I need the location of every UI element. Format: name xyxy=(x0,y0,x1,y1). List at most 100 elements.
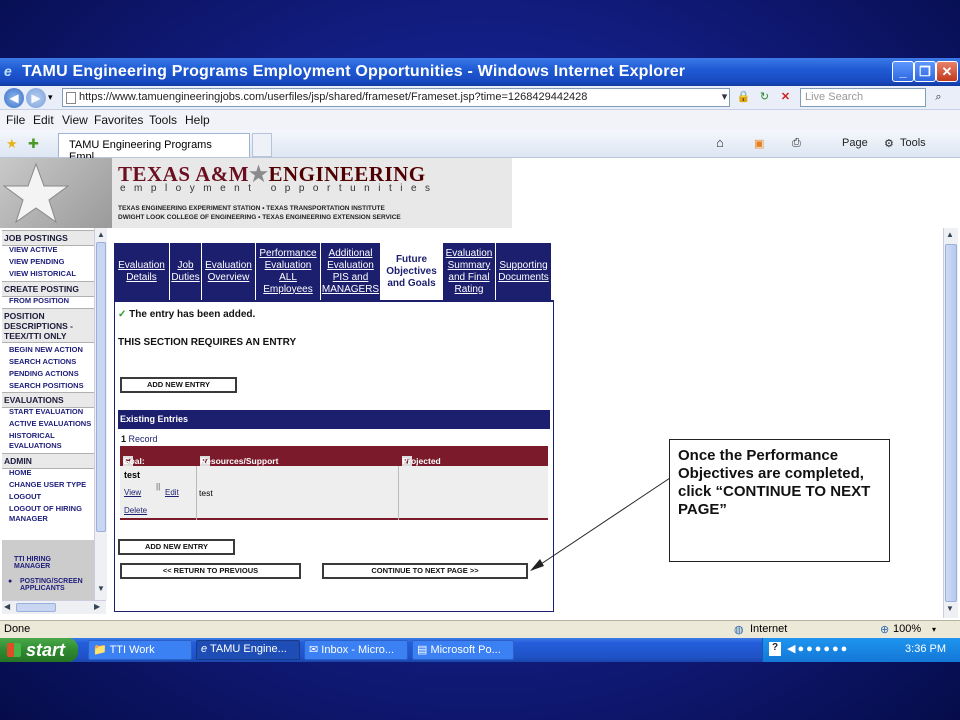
taskbar-item-tti-work[interactable]: 📁 TTI Work xyxy=(88,640,192,660)
menu-tools[interactable]: Tools xyxy=(149,113,177,127)
scroll-left-icon[interactable]: ◀ xyxy=(4,602,10,611)
sidebar-heading-admin: ADMIN xyxy=(2,453,94,469)
taskbar-item-inbox[interactable]: ✉ Inbox - Micro... xyxy=(304,640,408,660)
scroll-up-icon[interactable]: ▲ xyxy=(946,230,954,239)
sidebar-item-pending-actions[interactable]: PENDING ACTIONS xyxy=(9,369,79,379)
sidebar-item-logout[interactable]: LOGOUT xyxy=(9,492,41,502)
tools-menu[interactable]: Tools xyxy=(900,137,926,149)
check-icon: ✓ xyxy=(118,309,127,320)
sidebar-heading-job-postings: JOB POSTINGS xyxy=(2,230,94,246)
page-scroll-thumb[interactable] xyxy=(945,244,957,602)
instruction-callout: Once the Performance Objectives are comp… xyxy=(669,439,890,562)
security-zone: Internet xyxy=(750,623,788,635)
banner-agencies: TEXAS ENGINEERING EXPERIMENT STATION • T… xyxy=(118,204,401,222)
globe-icon: ◍ xyxy=(734,624,744,636)
tab-future-objectives[interactable]: Future Objectives and Goals xyxy=(381,243,443,300)
print-icon[interactable]: ⎙ xyxy=(792,137,801,150)
add-new-entry-button-bottom[interactable]: ADD NEW ENTRY xyxy=(118,539,235,555)
address-dropdown-icon[interactable]: ▾ xyxy=(716,89,733,106)
menu-favorites[interactable]: Favorites xyxy=(94,113,143,127)
scroll-down-icon[interactable]: ▼ xyxy=(96,584,106,596)
forward-icon[interactable]: ▶ xyxy=(26,88,46,108)
menu-file[interactable]: File xyxy=(6,113,25,127)
zoom-level[interactable]: 100% xyxy=(893,623,921,635)
search-input[interactable]: Live Search xyxy=(800,88,926,107)
sidebar-item-view-pending[interactable]: VIEW PENDING xyxy=(9,257,64,267)
sidebar-item-view-historical[interactable]: VIEW HISTORICAL xyxy=(9,269,76,279)
maximize-button[interactable]: ❐ xyxy=(914,61,936,82)
window-titlebar[interactable]: e TAMU Engineering Programs Employment O… xyxy=(0,58,960,86)
sidebar-hscroll-thumb[interactable] xyxy=(16,603,56,612)
sidebar-item-active-evaluations[interactable]: ACTIVE EVALUATIONS xyxy=(9,419,94,429)
lock-icon[interactable]: 🔒 xyxy=(735,89,752,106)
menu-bar: File Edit View Favorites Tools Help xyxy=(0,110,960,130)
delete-link[interactable]: Delete xyxy=(124,506,147,515)
menu-edit[interactable]: Edit xyxy=(33,113,54,127)
scroll-down-icon[interactable]: ▼ xyxy=(946,604,954,613)
taskbar-item-powerpoint[interactable]: ▤ Microsoft Po... xyxy=(412,640,514,660)
tab-evaluation-overview[interactable]: Evaluation Overview xyxy=(202,243,256,300)
browser-tab[interactable]: TAMU Engineering Programs Empl... xyxy=(58,133,250,163)
tab-additional-evaluation[interactable]: Additional Evaluation PIS and MANAGERS xyxy=(321,243,381,300)
return-to-previous-button[interactable]: << RETURN TO PREVIOUS xyxy=(120,563,301,579)
minimize-button[interactable]: _ xyxy=(892,61,914,82)
back-icon[interactable]: ◀ xyxy=(4,88,24,108)
sidebar-item-begin-new-action[interactable]: BEGIN NEW ACTION xyxy=(9,345,83,355)
sidebar-item-logout-hiring-manager[interactable]: LOGOUT OF HIRING MANAGER xyxy=(9,504,91,524)
close-button[interactable]: ✕ xyxy=(936,61,958,82)
add-favorites-icon[interactable]: ✚ xyxy=(28,136,39,152)
sidebar-heading-create-posting: CREATE POSTING xyxy=(2,281,94,297)
history-dropdown-icon[interactable]: ▾ xyxy=(48,92,53,103)
scroll-up-icon[interactable]: ▲ xyxy=(96,230,106,242)
sidebar-item-change-user-type[interactable]: CHANGE USER TYPE xyxy=(9,480,86,490)
start-button[interactable]: start xyxy=(0,638,78,662)
search-icon[interactable]: ⌕ xyxy=(930,89,947,106)
help-icon[interactable]: ? xyxy=(769,642,781,656)
sidebar-footer: TTI HIRING MANAGER ● POSTING/SCREEN APPL… xyxy=(2,540,94,600)
tab-evaluation-details[interactable]: Evaluation Details xyxy=(114,243,170,300)
tab-supporting-documents[interactable]: Supporting Documents xyxy=(496,243,552,300)
sidebar-item-search-actions[interactable]: SEARCH ACTIONS xyxy=(9,357,76,367)
tab-performance-evaluation[interactable]: Performance Evaluation ALL Employees xyxy=(256,243,321,300)
feeds-icon[interactable]: ▣ xyxy=(754,137,764,150)
sidebar-item-start-evaluation[interactable]: START EVALUATION xyxy=(9,407,83,417)
add-new-entry-button-top[interactable]: ADD NEW ENTRY xyxy=(120,377,237,393)
sidebar-item-from-position[interactable]: FROM POSITION xyxy=(9,296,69,306)
menu-view[interactable]: View xyxy=(62,113,88,127)
scroll-right-icon[interactable]: ▶ xyxy=(94,602,100,611)
sidebar-hscrollbar[interactable]: ◀ ▶ xyxy=(2,600,106,614)
home-icon[interactable]: ⌂ xyxy=(716,135,724,150)
evaluation-tabs: Evaluation Details Job Duties Evaluation… xyxy=(114,243,554,300)
table-header: ▼ Goal: ▼ Resources/Support Needed: ▼ Pr… xyxy=(120,446,548,486)
zoom-dropdown-icon[interactable]: ▾ xyxy=(932,625,936,634)
stop-icon[interactable]: ✕ xyxy=(777,89,794,106)
status-text: Done xyxy=(4,623,31,635)
new-tab-button[interactable] xyxy=(252,133,272,157)
column-divider xyxy=(398,466,399,520)
menu-help[interactable]: Help xyxy=(185,113,210,127)
sidebar-scroll-thumb[interactable] xyxy=(96,242,106,532)
sidebar-footer-posting[interactable]: ● POSTING/SCREEN APPLICANTS xyxy=(8,578,86,592)
column-goal-label: Goal: xyxy=(123,456,145,466)
divider-glyph: || xyxy=(156,482,161,491)
tray-icons[interactable]: ◀●●●●●● xyxy=(787,642,849,655)
refresh-icon[interactable]: ↻ xyxy=(756,89,773,106)
sidebar-item-search-positions[interactable]: SEARCH POSITIONS xyxy=(9,381,84,391)
tab-bar: ★ ✚ TAMU Engineering Programs Empl... ⌂ … xyxy=(0,130,960,163)
sidebar-heading-evaluations: EVALUATIONS xyxy=(2,392,94,408)
sidebar-item-view-active[interactable]: VIEW ACTIVE xyxy=(9,245,57,255)
view-link[interactable]: View xyxy=(124,488,141,497)
continue-to-next-page-button[interactable]: CONTINUE TO NEXT PAGE >> xyxy=(322,563,528,579)
favorites-star-icon[interactable]: ★ xyxy=(6,136,18,152)
taskbar-item-tamu-engine[interactable]: e TAMU Engine... xyxy=(196,640,300,660)
page-menu[interactable]: Page xyxy=(842,137,868,149)
tab-job-duties[interactable]: Job Duties xyxy=(170,243,202,300)
sidebar-item-home[interactable]: HOME xyxy=(9,468,32,478)
success-message: ✓ The entry has been added. xyxy=(118,309,255,320)
sidebar-item-historical-evaluations[interactable]: HISTORICAL EVALUATIONS xyxy=(9,431,69,451)
sidebar-scrollbar[interactable]: ▲ ▼ xyxy=(94,228,107,600)
edit-link[interactable]: Edit xyxy=(165,488,179,497)
tab-evaluation-summary[interactable]: Evaluation Summary and Final Rating xyxy=(443,243,496,300)
address-bar[interactable]: https://www.tamuengineeringjobs.com/user… xyxy=(62,88,730,107)
sidebar-heading-position-descriptions: POSITION DESCRIPTIONS - TEEX/TTI ONLY xyxy=(2,308,94,343)
